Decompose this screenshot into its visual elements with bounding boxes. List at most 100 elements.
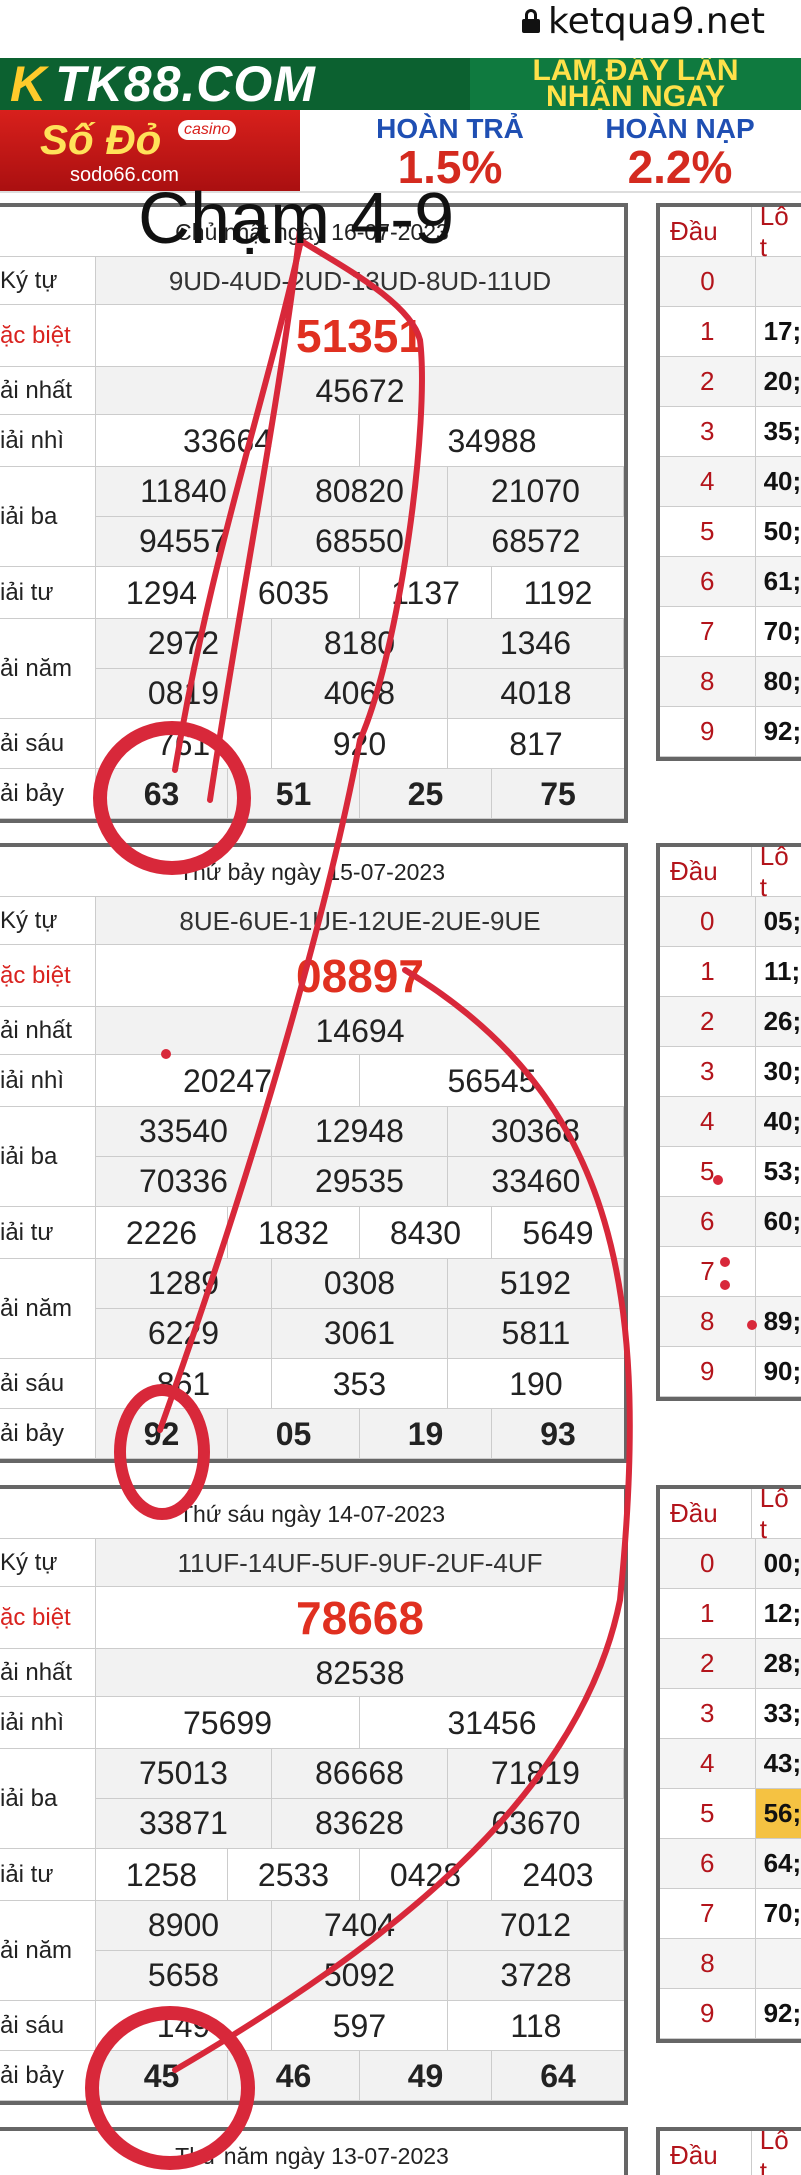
seventh-prize: 46 <box>228 2051 360 2101</box>
dau-digit: 8 <box>660 657 756 706</box>
dau-digit: 7 <box>660 1889 756 1938</box>
prize-number: 33460 <box>447 1157 624 1207</box>
lo-values: 80; <box>763 666 801 696</box>
prize-label: ải bảy <box>0 2051 96 2100</box>
prize-row: ải sáu 861 353 190 <box>0 1359 624 1409</box>
prize-label: Ký tự <box>0 1539 96 1586</box>
prize-label: ải bảy <box>0 1409 96 1458</box>
prize-cells: 9UD-4UD-2UD-13UD-8UD-11UD <box>96 257 624 304</box>
dau-digit: 6 <box>660 1197 756 1246</box>
prize-row: Ký tự 9UD-4UD-2UD-13UD-8UD-11UD <box>0 257 624 305</box>
url-text: ketqua9.net <box>548 0 765 42</box>
dau-lo-table: Đầu Lô t <box>656 2125 801 2175</box>
prize-row: iải tư 2226 1832 8430 5649 <box>0 1207 624 1259</box>
dau-digit: 2 <box>660 997 756 1046</box>
dau-digit: 9 <box>660 1989 756 2038</box>
prize-number: 7012 <box>447 1901 624 1951</box>
prize-number: 5658 <box>96 1951 272 2001</box>
dau-lo-row: 7 70; <box>660 1889 801 1939</box>
prize-number: 761 <box>96 719 272 769</box>
dau-lo-row: 6 64; <box>660 1839 801 1889</box>
prize-row: ải bảy 92 05 19 93 <box>0 1409 624 1459</box>
prize-cells: 8900 7404 7012 5658 5092 3728 <box>96 1901 624 2001</box>
lo-values: 28; <box>763 1648 801 1678</box>
prize-row: ải sáu 149 597 118 <box>0 2001 624 2051</box>
seventh-prize: 93 <box>540 1415 576 1452</box>
prize-row: ặc biệt 51351 <box>0 305 624 367</box>
dau-header: Đầu <box>660 207 752 256</box>
dau-header: Đầu <box>660 1489 752 1538</box>
prize-number: 5092 <box>271 1951 448 2001</box>
prize-number: 1832 <box>228 1207 360 1259</box>
lo-values: 70; <box>763 1898 801 1928</box>
dau-digit: 4 <box>660 1739 756 1788</box>
prize-number: 0428 <box>360 1849 492 1901</box>
seventh-prize: 49 <box>360 2051 492 2101</box>
dau-digit: 9 <box>660 1347 756 1396</box>
prize-number: 33540 <box>96 1107 272 1157</box>
dau-lo-row: 2 20; <box>660 357 801 407</box>
prize-cells: 63 51 25 75 <box>96 769 624 819</box>
seventh-prize: 92 <box>96 1409 228 1459</box>
lo-values: 11; <box>764 956 801 986</box>
prize-label: iải nhì <box>0 1055 96 1106</box>
prize-cells: 1294 6035 1137 1192 <box>96 567 624 619</box>
dau-lo-row: 2 26; <box>660 997 801 1047</box>
url-display[interactable]: ketqua9.net <box>522 0 765 42</box>
browser-url-bar[interactable]: ketqua9.net <box>0 0 801 58</box>
prize-row: iải ba 11840 80820 21070 94557 68550 68572 <box>0 467 624 567</box>
prize-label: ải nhất <box>0 1007 96 1054</box>
prize-number: 1137 <box>360 567 492 619</box>
prize-row: iải nhì 33664 34988 <box>0 415 624 467</box>
prize-row: Ký tự 11UF-14UF-5UF-9UF-2UF-4UF <box>0 1539 624 1587</box>
dau-digit: 6 <box>660 557 756 606</box>
prize-row: ải bảy 63 51 25 75 <box>0 769 624 819</box>
dau-lo-row: 1 11; <box>660 947 801 997</box>
prize-row: iải nhì 20247 56545 <box>0 1055 624 1107</box>
dau-lo-row: 9 92; <box>660 1989 801 2039</box>
dau-header: Đầu <box>660 2131 752 2175</box>
dau-digit: 9 <box>660 707 756 756</box>
dau-digit: 3 <box>660 407 756 456</box>
prize-label: Ký tự <box>0 257 96 304</box>
dau-digit: 0 <box>660 1539 756 1588</box>
prize-row: Ký tự 8UE-6UE-1UE-12UE-2UE-9UE <box>0 897 624 945</box>
first-prize: 82538 <box>315 1654 405 1691</box>
dau-lo-row: 1 12; <box>660 1589 801 1639</box>
prize-row: iải nhì 75699 31456 <box>0 1697 624 1749</box>
lo-values: 05; <box>763 906 801 936</box>
dau-digit: 0 <box>660 257 756 306</box>
prize-label: ặc biệt <box>0 945 96 1006</box>
prize-cells: 11840 80820 21070 94557 68550 68572 <box>96 467 624 567</box>
prize-label: iải ba <box>0 1749 96 1848</box>
prize-number: 68572 <box>447 517 624 567</box>
dau-lo-row: 4 40; <box>660 457 801 507</box>
dau-lo-row: 8 80; <box>660 657 801 707</box>
prize-number: 8900 <box>96 1901 272 1951</box>
lo-values: 60; <box>763 1206 801 1236</box>
prize-number: 12948 <box>271 1107 448 1157</box>
prize-number: 70336 <box>96 1157 272 1207</box>
prize-number: 4068 <box>271 669 448 719</box>
result-date-header: Thứ năm ngày 13-07-2023 <box>0 2131 624 2175</box>
prize-row: ải sáu 761 920 817 <box>0 719 624 769</box>
prize-cells: 33540 12948 30368 70336 29535 33460 <box>96 1107 624 1207</box>
tk88-banner[interactable]: K TK88.COM LÀM ĐẦY LẦN NHẬN NGAY <box>0 58 801 110</box>
dau-lo-row: 8 89; <box>660 1297 801 1347</box>
dau-lo-row: 9 90; <box>660 1347 801 1397</box>
prize-cells: 75699 31456 <box>96 1697 624 1749</box>
prize-number: 31456 <box>447 1704 537 1741</box>
prize-cells: 33664 34988 <box>96 415 624 467</box>
dau-lo-row: 8 <box>660 1939 801 1989</box>
prize-number: 1258 <box>96 1849 228 1901</box>
seventh-prize: 63 <box>96 769 228 819</box>
prize-label: iải nhì <box>0 415 96 466</box>
prize-number: 5192 <box>447 1259 624 1309</box>
prize-row: ải năm 1289 0308 5192 6229 3061 5811 <box>0 1259 624 1359</box>
dau-digit: 7 <box>660 607 756 656</box>
dau-lo-row: 9 92; <box>660 707 801 757</box>
lo-header: Lô t <box>759 1482 789 1544</box>
prize-row: ải nhất 82538 <box>0 1649 624 1697</box>
prize-cells: 45 46 49 64 <box>96 2051 624 2101</box>
dau-lo-header: Đầu Lô t <box>660 841 801 902</box>
